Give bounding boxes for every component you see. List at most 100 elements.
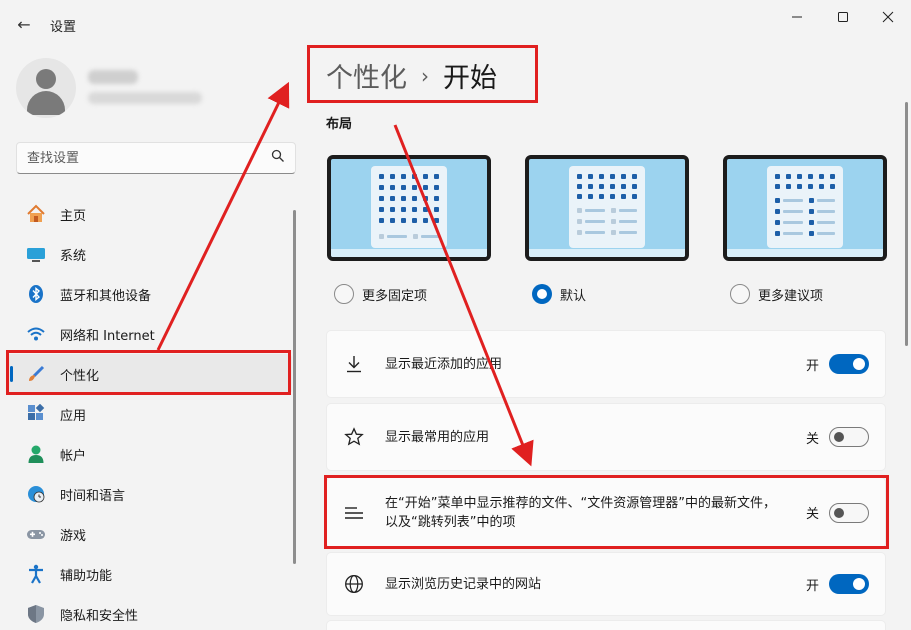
setting-recent-apps[interactable]: 显示最近添加的应用 开 bbox=[326, 330, 886, 398]
layout-default-preview[interactable] bbox=[525, 155, 689, 261]
sidebar-item-network[interactable]: 网络和 Internet bbox=[6, 314, 292, 354]
start-menu-preview bbox=[371, 166, 447, 248]
sidebar-item-accessibility[interactable]: 辅助功能 bbox=[6, 554, 292, 594]
sidebar-item-label: 辅助功能 bbox=[60, 568, 113, 584]
pin-dot bbox=[423, 174, 428, 179]
setting-browsing-history-sites[interactable]: 显示浏览历史记录中的网站 开 bbox=[326, 552, 886, 616]
pin-dot bbox=[775, 174, 780, 179]
layout-more-pins-preview[interactable] bbox=[327, 155, 491, 261]
pin-dot bbox=[588, 174, 593, 179]
pin-dot bbox=[599, 174, 604, 179]
radio-button[interactable] bbox=[334, 284, 354, 304]
pin-dot bbox=[434, 196, 439, 201]
clock-globe-icon bbox=[26, 484, 46, 504]
pin-dot bbox=[434, 174, 439, 179]
avatar-head bbox=[36, 69, 56, 89]
rec-line bbox=[817, 210, 835, 213]
breadcrumb-parent[interactable]: 个性化 bbox=[326, 56, 407, 95]
avatar[interactable] bbox=[16, 58, 76, 118]
sidebar-item-apps[interactable]: 应用 bbox=[6, 394, 292, 434]
search-box[interactable] bbox=[16, 142, 296, 174]
layout-option-more-pins[interactable]: 更多固定项 bbox=[334, 284, 427, 304]
pin-dot bbox=[434, 185, 439, 190]
rec-square bbox=[577, 219, 582, 224]
setting-label: 显示最近添加的应用 bbox=[385, 356, 503, 372]
recommended-files-toggle[interactable] bbox=[829, 502, 869, 523]
setting-most-used-apps[interactable]: 显示最常用的应用 关 bbox=[326, 403, 886, 471]
sidebar-item-gaming[interactable]: 游戏 bbox=[6, 514, 292, 554]
search-input[interactable] bbox=[27, 150, 271, 166]
sidebar-item-privacy[interactable]: 隐私和安全性 bbox=[6, 594, 292, 630]
rec-line bbox=[585, 231, 605, 234]
sidebar-item-personalization[interactable]: 个性化 bbox=[6, 354, 292, 394]
sidebar-item-time-language[interactable]: 时间和语言 bbox=[6, 474, 292, 514]
layout-option-label: 默认 bbox=[560, 288, 587, 304]
rec-line bbox=[619, 231, 637, 234]
sidebar-item-label: 时间和语言 bbox=[60, 488, 126, 504]
rec-square bbox=[379, 234, 384, 239]
pin-dot bbox=[390, 185, 395, 190]
pin-dot bbox=[379, 185, 384, 190]
pin-dot bbox=[621, 174, 626, 179]
close-button[interactable] bbox=[865, 6, 911, 28]
pin-dot bbox=[599, 184, 604, 189]
rec-square bbox=[775, 220, 780, 225]
most-used-apps-toggle[interactable] bbox=[829, 427, 869, 447]
pin-dot bbox=[610, 194, 615, 199]
list-icon bbox=[343, 502, 365, 524]
start-menu-preview bbox=[569, 166, 645, 248]
pin-dot bbox=[621, 184, 626, 189]
toggle-state-text: 关 bbox=[805, 507, 819, 522]
pin-dot bbox=[401, 218, 406, 223]
setting-label: 在“开始”菜单中显示推荐的文件、“文件资源管理器”中的最新文件，以及“跳转列表”… bbox=[385, 495, 776, 530]
account-icon bbox=[26, 444, 46, 464]
page-title: 开始 bbox=[443, 63, 497, 94]
recent-apps-toggle[interactable] bbox=[829, 354, 869, 374]
pin-dot bbox=[819, 184, 824, 189]
breadcrumb-separator: › bbox=[421, 63, 429, 88]
start-menu-preview bbox=[767, 166, 843, 248]
sidebar-scrollbar[interactable] bbox=[293, 210, 296, 564]
close-icon bbox=[882, 11, 894, 23]
radio-button[interactable] bbox=[730, 284, 750, 304]
wifi-icon bbox=[26, 324, 46, 344]
pin-dot bbox=[808, 174, 813, 179]
pin-dot bbox=[423, 185, 428, 190]
pin-dot bbox=[379, 218, 384, 223]
gamepad-icon bbox=[26, 524, 46, 544]
maximize-button[interactable] bbox=[820, 6, 866, 28]
sidebar-item-system[interactable]: 系统 bbox=[6, 234, 292, 274]
search-icon[interactable] bbox=[271, 149, 285, 167]
rec-square bbox=[775, 198, 780, 203]
pin-dot bbox=[830, 174, 835, 179]
sidebar-item-label: 应用 bbox=[60, 408, 87, 424]
pin-dot bbox=[819, 174, 824, 179]
setting-next-row[interactable] bbox=[326, 620, 886, 630]
sidebar-item-home[interactable]: 主页 bbox=[6, 194, 292, 234]
layout-option-default[interactable]: 默认 bbox=[532, 284, 586, 304]
minimize-button[interactable] bbox=[774, 6, 820, 28]
rec-line bbox=[387, 235, 407, 238]
browsing-history-toggle[interactable] bbox=[829, 574, 869, 594]
sidebar-item-bluetooth[interactable]: 蓝牙和其他设备 bbox=[6, 274, 292, 314]
layout-option-more-recommendations[interactable]: 更多建议项 bbox=[730, 284, 823, 304]
title-bar: ← 设置 bbox=[0, 0, 911, 46]
setting-recommended-files[interactable]: 在“开始”菜单中显示推荐的文件、“文件资源管理器”中的最新文件，以及“跳转列表”… bbox=[326, 477, 886, 548]
taskbar-preview bbox=[727, 249, 883, 257]
layout-more-recommendations-preview[interactable] bbox=[723, 155, 887, 261]
pin-dot bbox=[412, 185, 417, 190]
sidebar-item-accounts[interactable]: 帐户 bbox=[6, 434, 292, 474]
toggle-state-text: 开 bbox=[805, 358, 819, 374]
pin-dot bbox=[577, 174, 582, 179]
pin-dot bbox=[390, 207, 395, 212]
monitor-icon bbox=[26, 244, 46, 264]
rec-square bbox=[577, 208, 582, 213]
pin-dot bbox=[786, 174, 791, 179]
bluetooth-icon bbox=[26, 284, 46, 304]
back-button[interactable]: ← bbox=[10, 10, 38, 38]
main-scrollbar[interactable] bbox=[905, 102, 908, 346]
radio-button-selected[interactable] bbox=[532, 284, 552, 304]
rec-line bbox=[817, 221, 835, 224]
sidebar-item-label: 游戏 bbox=[60, 528, 87, 544]
pin-dot bbox=[632, 194, 637, 199]
